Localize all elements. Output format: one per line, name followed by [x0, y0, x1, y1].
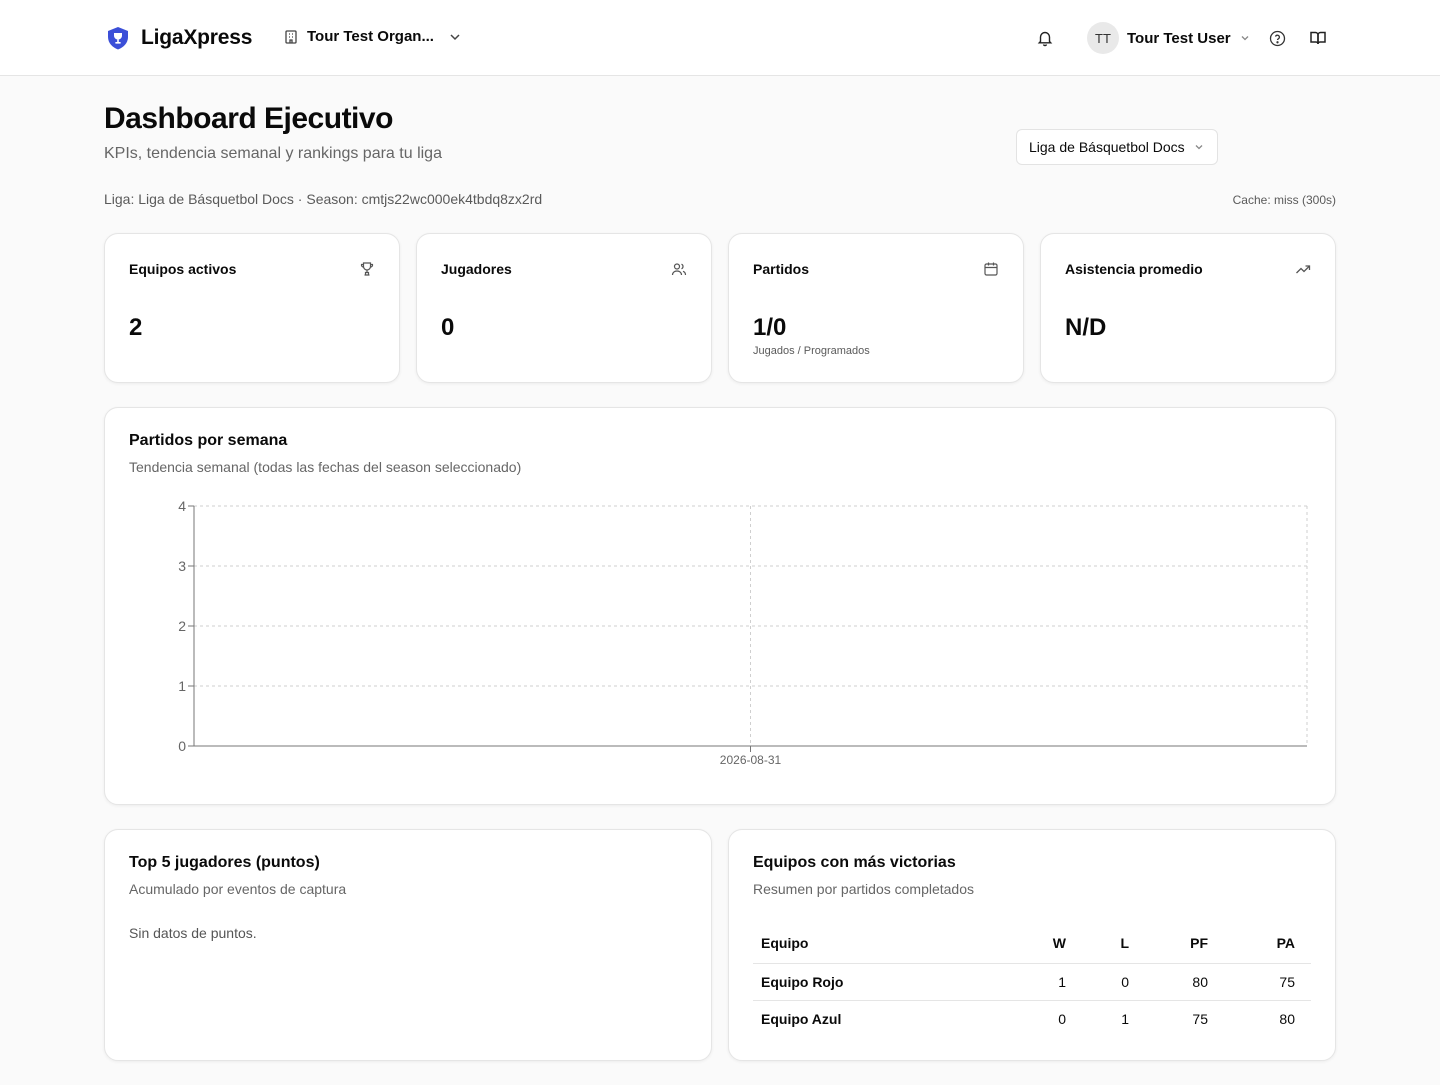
brand-logo[interactable]: LigaXpress [105, 25, 252, 51]
user-menu[interactable]: TT Tour Test User [1087, 22, 1251, 54]
table-row: Equipo Azul 0 1 75 80 [753, 1000, 1311, 1037]
kpi-title: Jugadores [441, 261, 512, 277]
team-name: Equipo Rojo [753, 963, 1002, 1001]
teams-table: Equipo W L PF PA Equipo Rojo 1 0 80 75 E… [753, 923, 1311, 1037]
trending-up-icon [1296, 265, 1311, 274]
y-tick-label: 1 [178, 678, 186, 694]
calendar-icon [984, 262, 998, 276]
x-tick-label: 2026-08-31 [720, 753, 782, 767]
table-row: Equipo Rojo 1 0 80 75 [753, 963, 1311, 1001]
card-title: Equipos con más victorias [753, 854, 956, 871]
points-against: 80 [1279, 1010, 1295, 1027]
users-icon [671, 263, 687, 276]
kpi-card-matches: Partidos 1/0 Jugados / Programados [728, 233, 1024, 383]
table-header-row: Equipo W L PF PA [753, 923, 1311, 964]
y-tick-label: 4 [178, 498, 186, 514]
cache-status: Cache: miss (300s) [1232, 193, 1336, 207]
wins: 0 [1058, 1010, 1066, 1027]
losses: 0 [1082, 963, 1145, 1001]
brand-name: LigaXpress [141, 26, 253, 49]
top-players-card: Top 5 jugadores (puntos) Acumulado por e… [104, 829, 712, 1061]
team-name: Equipo Azul [761, 1010, 842, 1027]
book-open-icon[interactable] [1309, 29, 1327, 47]
chevron-down-icon [1195, 145, 1203, 150]
chevron-down-icon [1241, 36, 1249, 41]
league-select[interactable]: Liga de Básquetbol Docs [1016, 129, 1218, 165]
kpi-value: 1/0 [753, 314, 787, 341]
user-name: Tour Test User [1127, 29, 1231, 47]
organization-switcher[interactable]: Tour Test Organ... [283, 28, 462, 45]
kpi-value: 0 [441, 314, 455, 341]
card-title: Top 5 jugadores (puntos) [129, 854, 320, 871]
kpi-title: Asistencia promedio [1065, 261, 1203, 277]
page-subtitle: KPIs, tendencia semanal y rankings para … [104, 145, 442, 162]
column-header-team: Equipo [753, 923, 1002, 964]
organization-name: Tour Test Organ... [307, 28, 434, 45]
column-header-l: L [1082, 923, 1145, 964]
points-for: 75 [1192, 1010, 1208, 1027]
bell-icon[interactable] [1036, 29, 1054, 47]
column-header-pf: PF [1145, 923, 1224, 964]
kpi-title: Partidos [753, 261, 810, 277]
card-subtitle: Acumulado por eventos de captura [129, 881, 347, 897]
kpi-value: N/D [1065, 314, 1107, 341]
kpi-card-players: Jugadores 0 [416, 233, 712, 383]
kpi-card-teams: Equipos activos 2 [104, 233, 400, 383]
y-tick-label: 3 [178, 558, 186, 574]
avatar: TT [1087, 22, 1119, 54]
building-icon [285, 29, 297, 44]
page-title: Dashboard Ejecutivo [104, 102, 393, 135]
kpi-note: Jugados / Programados [753, 345, 870, 357]
column-header-w: W [1002, 923, 1082, 964]
league-select-value: Liga de Básquetbol Docs [1029, 139, 1185, 155]
kpi-value: 2 [129, 314, 143, 341]
kpi-card-attendance: Asistencia promedio N/D [1040, 233, 1336, 383]
y-tick-label: 0 [178, 738, 186, 754]
weekly-matches-chart: 0 1 2 3 4 2026-08-31 [178, 498, 1308, 767]
points-against: 75 [1224, 963, 1311, 1001]
points-for: 80 [1145, 963, 1224, 1001]
trophy-icon [360, 262, 374, 276]
empty-state-text: Sin datos de puntos. [129, 925, 257, 941]
losses: 1 [1121, 1010, 1129, 1027]
kpi-title: Equipos activos [129, 261, 237, 277]
chevron-down-icon [450, 33, 460, 40]
league-season-info: Liga: Liga de Básquetbol Docs · Season: … [104, 191, 543, 207]
top-navbar: LigaXpress Tour Test Organ... TT Tour Te… [0, 0, 1440, 76]
y-tick-label: 2 [178, 618, 186, 634]
card-subtitle: Resumen por partidos completados [753, 881, 975, 897]
weekly-matches-card: Partidos por semana Tendencia semanal (t… [104, 407, 1336, 805]
shield-trophy-icon [108, 27, 128, 50]
wins: 1 [1002, 963, 1082, 1001]
column-header-pa: PA [1224, 923, 1311, 964]
help-icon[interactable] [1269, 30, 1286, 47]
